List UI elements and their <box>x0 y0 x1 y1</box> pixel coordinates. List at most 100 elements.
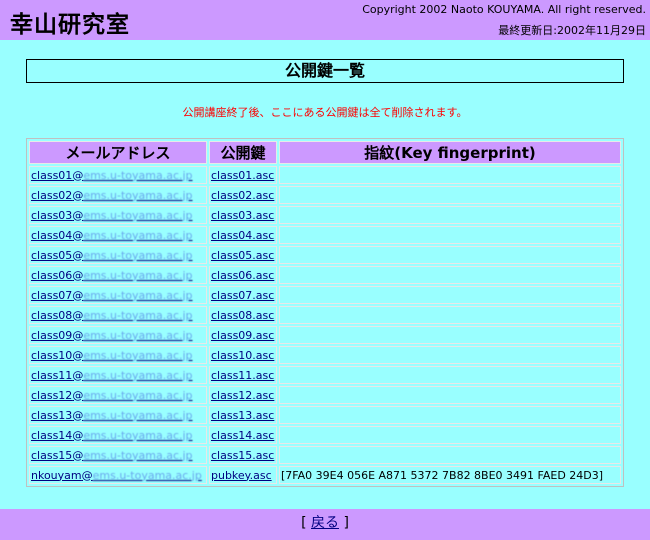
public-key-cell: class09.asc <box>209 326 277 344</box>
email-link[interactable]: class11@ems.u-toyama.ac.jp <box>31 369 193 382</box>
copyright-text: Copyright 2002 Naoto KOUYAMA. All right … <box>362 3 646 16</box>
email-link[interactable]: nkouyam@ems.u-toyama.ac.jp <box>31 469 202 482</box>
email-domain: ems.u-toyama.ac.jp <box>83 288 193 302</box>
public-key-cell: class11.asc <box>209 366 277 384</box>
email-cell: nkouyam@ems.u-toyama.ac.jp <box>29 466 207 484</box>
public-key-link[interactable]: class05.asc <box>211 249 274 262</box>
public-key-cell: class14.asc <box>209 426 277 444</box>
email-link[interactable]: class09@ems.u-toyama.ac.jp <box>31 329 193 342</box>
table-row: class03@ems.u-toyama.ac.jp class03.asc <box>29 206 621 224</box>
email-link[interactable]: class12@ems.u-toyama.ac.jp <box>31 389 193 402</box>
email-at: @ <box>72 328 84 342</box>
email-link[interactable]: class15@ems.u-toyama.ac.jp <box>31 449 193 462</box>
public-key-link[interactable]: class14.asc <box>211 429 274 442</box>
email-link[interactable]: class13@ems.u-toyama.ac.jp <box>31 409 193 422</box>
email-user: class13 <box>31 408 73 422</box>
public-key-link[interactable]: class04.asc <box>211 229 274 242</box>
email-link[interactable]: class03@ems.u-toyama.ac.jp <box>31 209 193 222</box>
public-key-link[interactable]: class01.asc <box>211 169 274 182</box>
fingerprint-cell <box>279 446 621 464</box>
email-domain: ems.u-toyama.ac.jp <box>83 408 193 422</box>
footer-close-bracket: ] <box>343 515 349 531</box>
header-bar: 幸山研究室 Copyright 2002 Naoto KOUYAMA. All … <box>0 0 650 40</box>
last-updated-date: 最終更新日:2002年11月29日 <box>498 24 646 37</box>
email-user: class09 <box>31 328 73 342</box>
email-cell: class10@ems.u-toyama.ac.jp <box>29 346 207 364</box>
public-key-cell: class06.asc <box>209 266 277 284</box>
table-row: class07@ems.u-toyama.ac.jp class07.asc <box>29 286 621 304</box>
email-at: @ <box>72 448 84 462</box>
email-at: @ <box>81 468 93 482</box>
public-key-link[interactable]: class12.asc <box>211 389 274 402</box>
email-cell: class14@ems.u-toyama.ac.jp <box>29 426 207 444</box>
email-domain: ems.u-toyama.ac.jp <box>83 188 193 202</box>
email-domain: ems.u-toyama.ac.jp <box>83 428 193 442</box>
email-domain: ems.u-toyama.ac.jp <box>83 368 193 382</box>
email-at: @ <box>72 268 84 282</box>
email-cell: class09@ems.u-toyama.ac.jp <box>29 326 207 344</box>
fingerprint-cell <box>279 246 621 264</box>
deletion-notice: 公開講座終了後、ここにある公開鍵は全て削除されます。 <box>182 106 468 119</box>
table-row: class11@ems.u-toyama.ac.jp class11.asc <box>29 366 621 384</box>
email-user: class07 <box>31 288 73 302</box>
table-row: class09@ems.u-toyama.ac.jp class09.asc <box>29 326 621 344</box>
email-domain: ems.u-toyama.ac.jp <box>83 248 193 262</box>
site-title: 幸山研究室 <box>10 12 130 38</box>
email-link[interactable]: class04@ems.u-toyama.ac.jp <box>31 229 193 242</box>
email-user: class06 <box>31 268 73 282</box>
email-link[interactable]: class06@ems.u-toyama.ac.jp <box>31 269 193 282</box>
public-key-link[interactable]: class10.asc <box>211 349 274 362</box>
fingerprint-cell <box>279 406 621 424</box>
fingerprint-cell <box>279 426 621 444</box>
public-key-cell: class15.asc <box>209 446 277 464</box>
public-key-cell: class07.asc <box>209 286 277 304</box>
header-email: メールアドレス <box>29 141 207 164</box>
email-domain: ems.u-toyama.ac.jp <box>83 168 193 182</box>
email-user: class02 <box>31 188 73 202</box>
email-link[interactable]: class08@ems.u-toyama.ac.jp <box>31 309 193 322</box>
email-link[interactable]: class02@ems.u-toyama.ac.jp <box>31 189 193 202</box>
public-key-link[interactable]: class08.asc <box>211 309 274 322</box>
email-link[interactable]: class14@ems.u-toyama.ac.jp <box>31 429 193 442</box>
public-key-link[interactable]: pubkey.asc <box>211 469 272 482</box>
public-key-cell: class02.asc <box>209 186 277 204</box>
public-key-link[interactable]: class11.asc <box>211 369 274 382</box>
email-cell: class04@ems.u-toyama.ac.jp <box>29 226 207 244</box>
email-domain: ems.u-toyama.ac.jp <box>83 348 193 362</box>
email-cell: class02@ems.u-toyama.ac.jp <box>29 186 207 204</box>
fingerprint-cell <box>279 286 621 304</box>
email-cell: class05@ems.u-toyama.ac.jp <box>29 246 207 264</box>
email-at: @ <box>72 228 84 242</box>
email-cell: class03@ems.u-toyama.ac.jp <box>29 206 207 224</box>
page-title: 公開鍵一覧 <box>26 59 624 83</box>
public-key-cell: class05.asc <box>209 246 277 264</box>
email-cell: class07@ems.u-toyama.ac.jp <box>29 286 207 304</box>
table-row: class02@ems.u-toyama.ac.jp class02.asc <box>29 186 621 204</box>
email-link[interactable]: class07@ems.u-toyama.ac.jp <box>31 289 193 302</box>
email-at: @ <box>72 188 84 202</box>
fingerprint-cell: [7FA0 39E4 056E A871 5372 7B82 8BE0 3491… <box>279 466 621 484</box>
public-key-link[interactable]: class03.asc <box>211 209 274 222</box>
table-row: class13@ems.u-toyama.ac.jp class13.asc <box>29 406 621 424</box>
email-link[interactable]: class01@ems.u-toyama.ac.jp <box>31 169 193 182</box>
table-row: class08@ems.u-toyama.ac.jp class08.asc <box>29 306 621 324</box>
public-key-link[interactable]: class02.asc <box>211 189 274 202</box>
fingerprint-cell <box>279 166 621 184</box>
table-header-row: メールアドレス 公開鍵 指紋(Key fingerprint) <box>29 141 621 164</box>
email-link[interactable]: class10@ems.u-toyama.ac.jp <box>31 349 193 362</box>
email-user: class10 <box>31 348 73 362</box>
public-key-link[interactable]: class13.asc <box>211 409 274 422</box>
back-link[interactable]: 戻る <box>311 515 339 531</box>
public-key-link[interactable]: class07.asc <box>211 289 274 302</box>
table-row: class12@ems.u-toyama.ac.jp class12.asc <box>29 386 621 404</box>
public-key-link[interactable]: class15.asc <box>211 449 274 462</box>
footer-bar: [ 戻る ] <box>0 509 650 540</box>
email-user: nkouyam <box>31 468 82 482</box>
email-user: class15 <box>31 448 73 462</box>
table-row: class15@ems.u-toyama.ac.jp class15.asc <box>29 446 621 464</box>
public-key-link[interactable]: class09.asc <box>211 329 274 342</box>
public-key-link[interactable]: class06.asc <box>211 269 274 282</box>
email-domain: ems.u-toyama.ac.jp <box>92 468 202 482</box>
email-link[interactable]: class05@ems.u-toyama.ac.jp <box>31 249 193 262</box>
email-at: @ <box>72 348 84 362</box>
